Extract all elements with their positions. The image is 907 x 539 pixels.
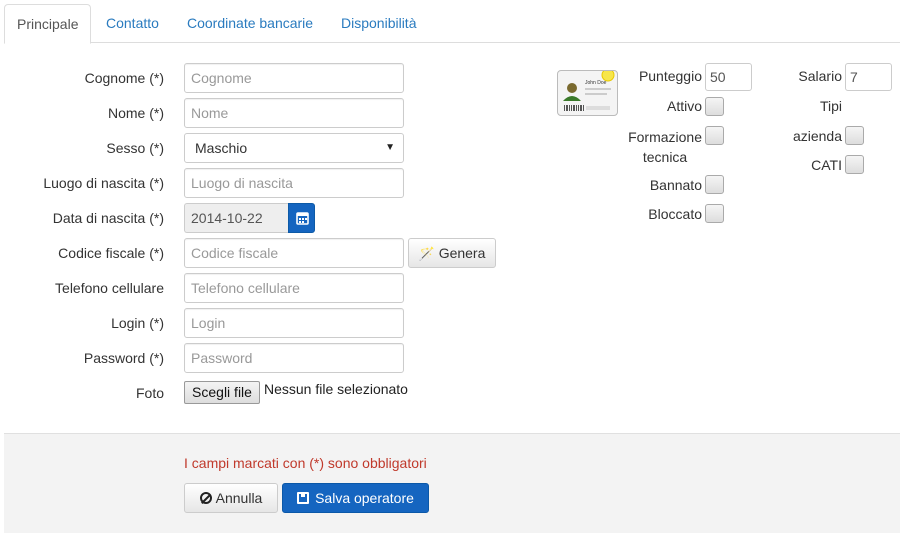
cancel-label: Annulla — [215, 490, 263, 506]
tab-disponibilita[interactable]: Disponibilità — [329, 4, 428, 43]
id-card-icon: John Doe — [557, 68, 618, 116]
azienda-checkbox[interactable] — [845, 126, 864, 145]
bannato-label: Bannato — [649, 177, 702, 193]
nome-label: Nome (*) — [107, 105, 164, 121]
azienda-label: azienda — [792, 128, 842, 144]
codice-fiscale-input[interactable] — [184, 238, 404, 268]
punteggio-label: Punteggio — [638, 68, 702, 84]
sesso-selected-value: Maschio — [195, 140, 248, 156]
chevron-down-icon: ▼ — [385, 142, 395, 153]
bloccato-label: Bloccato — [648, 206, 702, 222]
luogo-nascita-label: Luogo di nascita (*) — [43, 175, 164, 191]
formazione-tecnica-label: Formazione tecnica — [628, 127, 702, 167]
data-nascita-label: Data di nascita (*) — [52, 210, 164, 226]
genera-label: Genera — [438, 245, 486, 261]
cati-label: CATI — [811, 157, 842, 173]
formazione-tecnica-checkbox[interactable] — [705, 126, 724, 145]
choose-file-button[interactable]: Scegli file — [184, 381, 260, 404]
attivo-checkbox[interactable] — [705, 97, 724, 116]
formazione-label-line1: Formazione — [628, 129, 702, 145]
file-status-text: Nessun file selezionato — [264, 381, 408, 397]
cognome-input[interactable] — [184, 63, 404, 93]
bannato-checkbox[interactable] — [705, 175, 724, 194]
required-fields-note: I campi marcati con (*) sono obbligatori — [184, 455, 427, 471]
card-name-text: John Doe — [585, 80, 607, 86]
form-footer — [4, 433, 900, 533]
nome-input[interactable] — [184, 98, 404, 128]
login-label: Login (*) — [111, 315, 164, 331]
date-picker-button[interactable] — [288, 203, 315, 233]
genera-button[interactable]: 🪄 Genera — [408, 238, 496, 268]
salario-input[interactable] — [845, 63, 892, 91]
telefono-input[interactable] — [184, 273, 404, 303]
foto-label: Foto — [135, 385, 164, 401]
password-input[interactable] — [184, 343, 404, 373]
formazione-label-line2: tecnica — [642, 149, 688, 165]
codice-fiscale-label: Codice fiscale (*) — [58, 245, 164, 261]
ban-icon — [199, 492, 212, 504]
calendar-icon — [296, 212, 309, 225]
save-label: Salva operatore — [315, 490, 414, 506]
sesso-label: Sesso (*) — [106, 140, 164, 156]
cati-checkbox[interactable] — [845, 155, 864, 174]
magic-wand-icon: 🪄 — [418, 246, 435, 261]
tab-coordinate-bancarie[interactable]: Coordinate bancarie — [175, 4, 325, 43]
tab-bar: Principale Contatto Coordinate bancarie … — [4, 4, 900, 44]
data-nascita-input[interactable]: 2014-10-22 — [184, 203, 289, 233]
save-operator-button[interactable]: Salva operatore — [282, 483, 429, 513]
sesso-select[interactable]: Maschio ▼ — [184, 133, 404, 163]
punteggio-input[interactable] — [705, 63, 752, 91]
telefono-label: Telefono cellulare — [55, 280, 164, 296]
password-label: Password (*) — [83, 350, 164, 366]
attivo-label: Attivo — [666, 98, 702, 114]
tab-principale[interactable]: Principale — [4, 4, 92, 44]
tab-contatto[interactable]: Contatto — [94, 4, 171, 43]
save-icon — [297, 492, 310, 504]
tipi-label: Tipi — [819, 98, 842, 114]
salario-label: Salario — [798, 68, 842, 84]
luogo-nascita-input[interactable] — [184, 168, 404, 198]
bloccato-checkbox[interactable] — [705, 204, 724, 223]
login-input[interactable] — [184, 308, 404, 338]
cancel-button[interactable]: Annulla — [184, 483, 278, 513]
cognome-label: Cognome (*) — [84, 70, 164, 86]
